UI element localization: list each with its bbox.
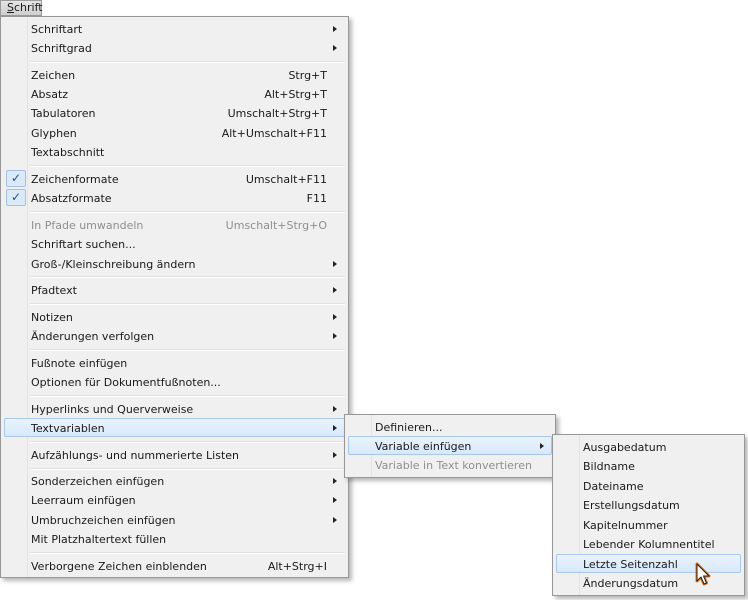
menu-item-pfadtext[interactable]: Pfadtext — [4, 280, 345, 299]
checkmark-icon: ✓ — [6, 170, 26, 187]
menu-item-bildname[interactable]: Bildname — [556, 456, 741, 475]
menu-separator — [30, 349, 345, 351]
mouse-pointer-icon — [695, 562, 711, 586]
menu-separator — [30, 211, 345, 213]
menu-item-fussnote-einfuegen[interactable]: Fußnote einfügen — [4, 353, 345, 372]
menu-item-in-pfade-umwandeln: In Pfade umwandeln Umschalt+Strg+O — [31, 219, 327, 232]
menu-item-sonderzeichen[interactable]: Sonderzeichen einfügen — [4, 471, 345, 490]
chevron-right-icon — [333, 478, 337, 484]
menu-item-letzte-seitenzahl[interactable]: Letzte Seitenzahl — [556, 554, 741, 573]
menu-item-erstellungsdatum[interactable]: Erstellungsdatum — [556, 495, 741, 514]
menu-item-absatzformate[interactable]: ✓ Absatzformate F11 — [4, 188, 345, 207]
menu-item-schriftart-suchen[interactable]: Schriftart suchen... — [4, 234, 345, 253]
menu-item-schriftgrad[interactable]: Schriftgrad — [4, 38, 345, 57]
menu-item-aenderungsdatum[interactable]: Änderungsdatum — [556, 573, 741, 592]
menu-item-variable-konvertieren: Variable in Text konvertieren — [375, 459, 532, 472]
menu-item-platzhaltertext[interactable]: Mit Platzhaltertext füllen — [4, 529, 345, 548]
menu-item-schriftart[interactable]: Schriftart — [4, 19, 345, 38]
menu-item-zeichen[interactable]: Zeichen Strg+T — [4, 65, 345, 84]
menu-separator — [30, 303, 345, 305]
menu-item-tabulatoren[interactable]: Tabulatoren Umschalt+Strg+T — [4, 103, 345, 122]
menu-item-verborgene-zeichen[interactable]: Verborgene Zeichen einblenden Alt+Strg+I — [4, 556, 345, 575]
chevron-right-icon — [333, 261, 337, 267]
menu-item-dateiname[interactable]: Dateiname — [556, 476, 741, 495]
menu-item-listen[interactable]: Aufzählungs- und nummerierte Listen — [4, 445, 345, 464]
chevron-right-icon — [333, 452, 337, 458]
menu-item-gross-klein[interactable]: Groß-/Kleinschreibung ändern — [4, 254, 345, 273]
menu-item-textvariablen[interactable]: Textvariablen — [4, 418, 345, 437]
chevron-right-icon — [333, 45, 337, 51]
menu-separator — [30, 395, 345, 397]
checkmark-icon: ✓ — [6, 189, 26, 206]
menu-separator — [30, 468, 345, 470]
menu-schrift-accel: S — [7, 1, 14, 14]
chevron-right-icon — [540, 443, 544, 449]
chevron-right-icon — [333, 333, 337, 339]
chevron-right-icon — [333, 26, 337, 32]
menu-separator — [30, 276, 345, 278]
menu-schrift-label: chrift — [13, 1, 43, 14]
menu-item-aenderungen-verfolgen[interactable]: Änderungen verfolgen — [4, 326, 345, 345]
menu-item-glyphen[interactable]: Glyphen Alt+Umschalt+F11 — [4, 123, 345, 142]
textvariablen-submenu: Definieren... Variable einfügen Variable… — [344, 414, 556, 478]
chevron-right-icon — [333, 497, 337, 503]
menu-item-ausgabedatum[interactable]: Ausgabedatum — [556, 437, 741, 456]
menu-item-zeichenformate[interactable]: ✓ Zeichenformate Umschalt+F11 — [4, 169, 345, 188]
chevron-right-icon — [333, 517, 337, 523]
menu-separator — [30, 61, 345, 63]
menu-item-leerraum[interactable]: Leerraum einfügen — [4, 490, 345, 509]
menu-item-optionen-fussnoten[interactable]: Optionen für Dokumentfußnoten... — [4, 372, 345, 391]
menu-item-absatz[interactable]: Absatz Alt+Strg+T — [4, 84, 345, 103]
menu-schrift[interactable]: Schrift — [0, 0, 43, 16]
chevron-right-icon — [333, 314, 337, 320]
menu-separator — [30, 552, 345, 554]
chevron-right-icon — [333, 406, 337, 412]
menu-item-lebender-kolumnentitel[interactable]: Lebender Kolumnentitel — [556, 534, 741, 553]
menu-item-umbruchzeichen[interactable]: Umbruchzeichen einfügen — [4, 510, 345, 529]
menu-item-notizen[interactable]: Notizen — [4, 307, 345, 326]
menu-separator — [30, 165, 345, 167]
menu-item-variable-einfuegen[interactable]: Variable einfügen — [348, 436, 552, 455]
chevron-right-icon — [333, 287, 337, 293]
chevron-right-icon — [333, 425, 337, 431]
menu-item-hyperlinks[interactable]: Hyperlinks und Querverweise — [4, 399, 345, 418]
schrift-menu: Schriftart Schriftgrad Zeichen Strg+T Abs… — [0, 16, 349, 578]
variable-einfuegen-submenu: Ausgabedatum Bildname Dateiname Erstellu… — [552, 434, 745, 596]
menu-item-textabschnitt[interactable]: Textabschnitt — [4, 142, 345, 161]
menu-item-definieren[interactable]: Definieren... — [348, 417, 552, 436]
menu-item-kapitelnummer[interactable]: Kapitelnummer — [556, 515, 741, 534]
menu-separator — [30, 441, 345, 443]
